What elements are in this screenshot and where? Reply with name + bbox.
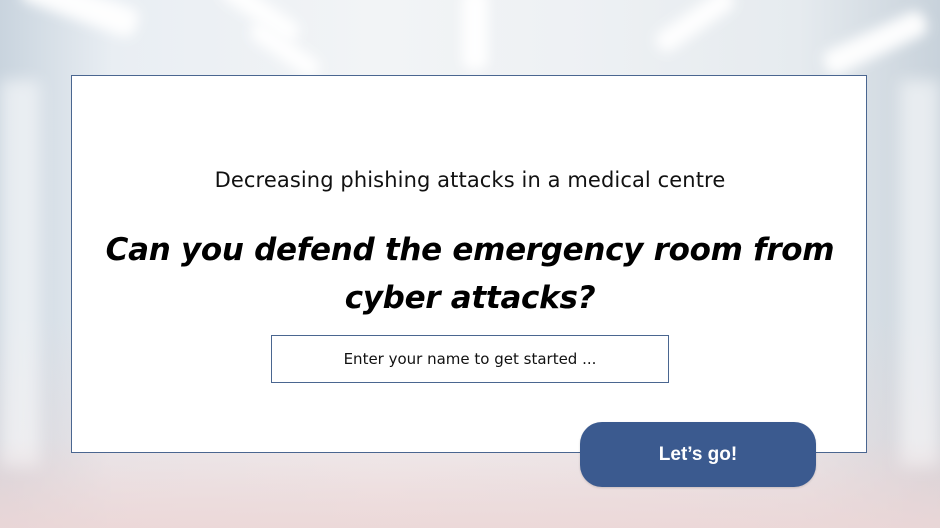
name-input[interactable] — [271, 335, 669, 383]
subtitle: Decreasing phishing attacks in a medical… — [214, 168, 726, 192]
headline: Can you defend the emergency room from c… — [105, 232, 835, 316]
lets-go-button[interactable]: Let’s go! — [580, 422, 816, 487]
